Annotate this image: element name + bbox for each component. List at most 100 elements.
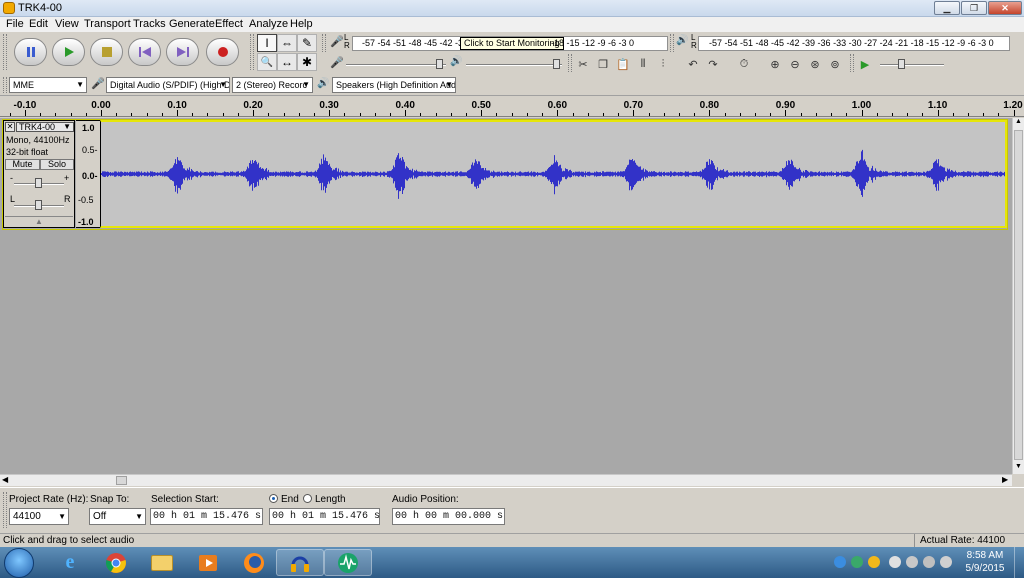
draw-tool[interactable]: ✎ xyxy=(297,34,317,52)
fit-selection-button[interactable]: ⊛ xyxy=(806,55,824,73)
input-device-value: Digital Audio (S/PDIF) (High De xyxy=(110,80,230,90)
gain-slider[interactable] xyxy=(35,178,42,188)
skip-start-button[interactable] xyxy=(128,38,161,66)
track-control-panel[interactable]: ✕ TRK4-00 ▼ Mono, 44100Hz 32-bit float M… xyxy=(3,120,75,228)
clock-time[interactable]: 8:58 AM xyxy=(958,550,1012,561)
track-collapse-button[interactable]: ▲ xyxy=(5,216,73,226)
maximize-button[interactable]: ❐ xyxy=(961,1,987,15)
end-radio[interactable] xyxy=(269,494,278,503)
tray-network-icon[interactable] xyxy=(851,556,863,568)
copy-button[interactable]: ❐ xyxy=(594,55,612,73)
menu-bar: File Edit View Transport Tracks Generate… xyxy=(0,17,1024,32)
menu-transport[interactable]: Transport xyxy=(84,18,131,30)
project-rate-select[interactable]: 44100 ▼ xyxy=(9,508,69,525)
play-at-speed-button[interactable]: ▶ xyxy=(856,55,874,73)
track-close-button[interactable]: ✕ xyxy=(5,122,15,132)
pause-button[interactable] xyxy=(14,38,47,66)
stop-button[interactable] xyxy=(90,38,123,66)
input-device-select[interactable]: Digital Audio (S/PDIF) (High De ▼ xyxy=(106,77,230,93)
cut-button[interactable]: ✂ xyxy=(574,55,592,73)
close-button[interactable]: ✕ xyxy=(988,1,1022,15)
playback-speed-track[interactable] xyxy=(880,64,944,66)
silence-button[interactable]: ⫶ xyxy=(654,55,672,73)
output-volume-track[interactable] xyxy=(466,64,562,66)
envelope-tool[interactable]: ⇔ xyxy=(277,34,297,52)
output-device-select[interactable]: Speakers (High Definition Aud ▼ xyxy=(332,77,456,93)
clock-date[interactable]: 5/9/2015 xyxy=(958,563,1012,574)
menu-generate[interactable]: Generate xyxy=(169,18,215,30)
toolbar-grip[interactable] xyxy=(3,77,7,93)
taskbar-firefox[interactable] xyxy=(230,549,278,576)
redo-button[interactable]: ↷ xyxy=(704,55,722,73)
record-meter-labels: -57 -54 -51 -48 -45 -42 -3 xyxy=(362,38,464,48)
taskbar-media-player[interactable] xyxy=(184,549,232,576)
playback-speed-slider[interactable] xyxy=(898,59,905,69)
minimize-button[interactable]: ▁ xyxy=(934,1,960,15)
output-volume-slider[interactable] xyxy=(553,59,560,69)
tray-volume-icon[interactable] xyxy=(940,556,952,568)
menu-tracks[interactable]: Tracks xyxy=(133,18,166,30)
track-menu-button[interactable]: TRK4-00 ▼ xyxy=(16,122,74,132)
menu-effect[interactable]: Effect xyxy=(215,18,243,30)
selection-start-field[interactable]: 00 h 01 m 15.476 s xyxy=(150,508,263,525)
taskbar-file-explorer[interactable] xyxy=(138,549,186,576)
menu-help[interactable]: Help xyxy=(290,18,313,30)
trim-button[interactable]: ⫴ xyxy=(634,55,652,73)
taskbar-chrome[interactable] xyxy=(92,549,140,576)
timeline-ruler[interactable]: -0.10 0.00 0.10 0.20 0.30 0.40 0.50 0.60 0.70 0.8… xyxy=(0,97,1024,117)
zoom-tool[interactable]: 🔍 xyxy=(257,53,277,71)
show-desktop-button[interactable] xyxy=(1014,547,1024,578)
timeshift-tool[interactable]: ↔ xyxy=(277,53,297,71)
length-radio[interactable] xyxy=(303,494,312,503)
menu-view[interactable]: View xyxy=(55,18,79,30)
toolbar-grip[interactable] xyxy=(850,54,854,72)
input-volume-track[interactable] xyxy=(346,64,446,66)
menu-edit[interactable]: Edit xyxy=(29,18,48,30)
taskbar-audacity[interactable] xyxy=(276,549,324,576)
taskbar-spectrum-app[interactable] xyxy=(324,549,372,576)
start-orb[interactable] xyxy=(4,548,34,578)
horizontal-scrollbar[interactable]: ◀ ▶ xyxy=(0,474,1012,486)
toolbar-grip[interactable] xyxy=(670,34,674,52)
fit-project-button[interactable]: ⊚ xyxy=(826,55,844,73)
waveform-display[interactable] xyxy=(100,120,1007,228)
toolbar-grip[interactable] xyxy=(3,492,7,528)
pan-slider[interactable] xyxy=(35,200,42,210)
solo-button[interactable]: Solo xyxy=(40,159,74,170)
skip-end-button[interactable] xyxy=(166,38,199,66)
play-button[interactable] xyxy=(52,38,85,66)
vertical-scrollbar[interactable]: ▲ ▼ xyxy=(1012,118,1024,474)
audio-host-select[interactable]: MME ▼ xyxy=(9,77,87,93)
toolbar-grip[interactable] xyxy=(250,34,254,70)
multi-tool[interactable]: ✱ xyxy=(297,53,317,71)
track-name: TRK4-00 xyxy=(19,122,56,132)
zoom-in-button[interactable]: ⊕ xyxy=(766,55,784,73)
mute-button[interactable]: Mute xyxy=(5,159,40,170)
menu-analyze[interactable]: Analyze xyxy=(249,18,288,30)
paste-button[interactable]: 📋 xyxy=(614,55,632,73)
toolbar-grip[interactable] xyxy=(568,54,572,72)
toolbar-grip[interactable] xyxy=(322,34,326,52)
record-button[interactable] xyxy=(206,38,239,66)
undo-button[interactable]: ↶ xyxy=(684,55,702,73)
selection-tool[interactable]: I xyxy=(257,34,277,52)
snap-to-select[interactable]: Off ▼ xyxy=(89,508,146,525)
ruler-tick xyxy=(161,113,163,116)
audio-position-field[interactable]: 00 h 00 m 00.000 s xyxy=(392,508,505,525)
tray-wifi-icon[interactable] xyxy=(923,556,935,568)
tray-ie-icon[interactable] xyxy=(834,556,846,568)
horizontal-scroll-thumb[interactable] xyxy=(116,476,127,485)
sync-lock-button[interactable]: ⏱ xyxy=(735,55,753,73)
vertical-scroll-thumb[interactable] xyxy=(1014,130,1023,460)
tray-update-icon[interactable] xyxy=(868,556,880,568)
toolbar-grip[interactable] xyxy=(3,34,7,70)
tray-action-center-icon[interactable] xyxy=(889,556,901,568)
input-channels-select[interactable]: 2 (Stereo) Recorc ▼ xyxy=(232,77,313,93)
menu-file[interactable]: File xyxy=(6,18,24,30)
input-volume-slider[interactable] xyxy=(436,59,443,69)
ruler-tick xyxy=(724,113,726,116)
tray-power-icon[interactable] xyxy=(906,556,918,568)
taskbar-internet-explorer[interactable]: e xyxy=(46,549,94,576)
selection-end-field[interactable]: 00 h 01 m 15.476 s xyxy=(269,508,380,525)
zoom-out-button[interactable]: ⊖ xyxy=(786,55,804,73)
